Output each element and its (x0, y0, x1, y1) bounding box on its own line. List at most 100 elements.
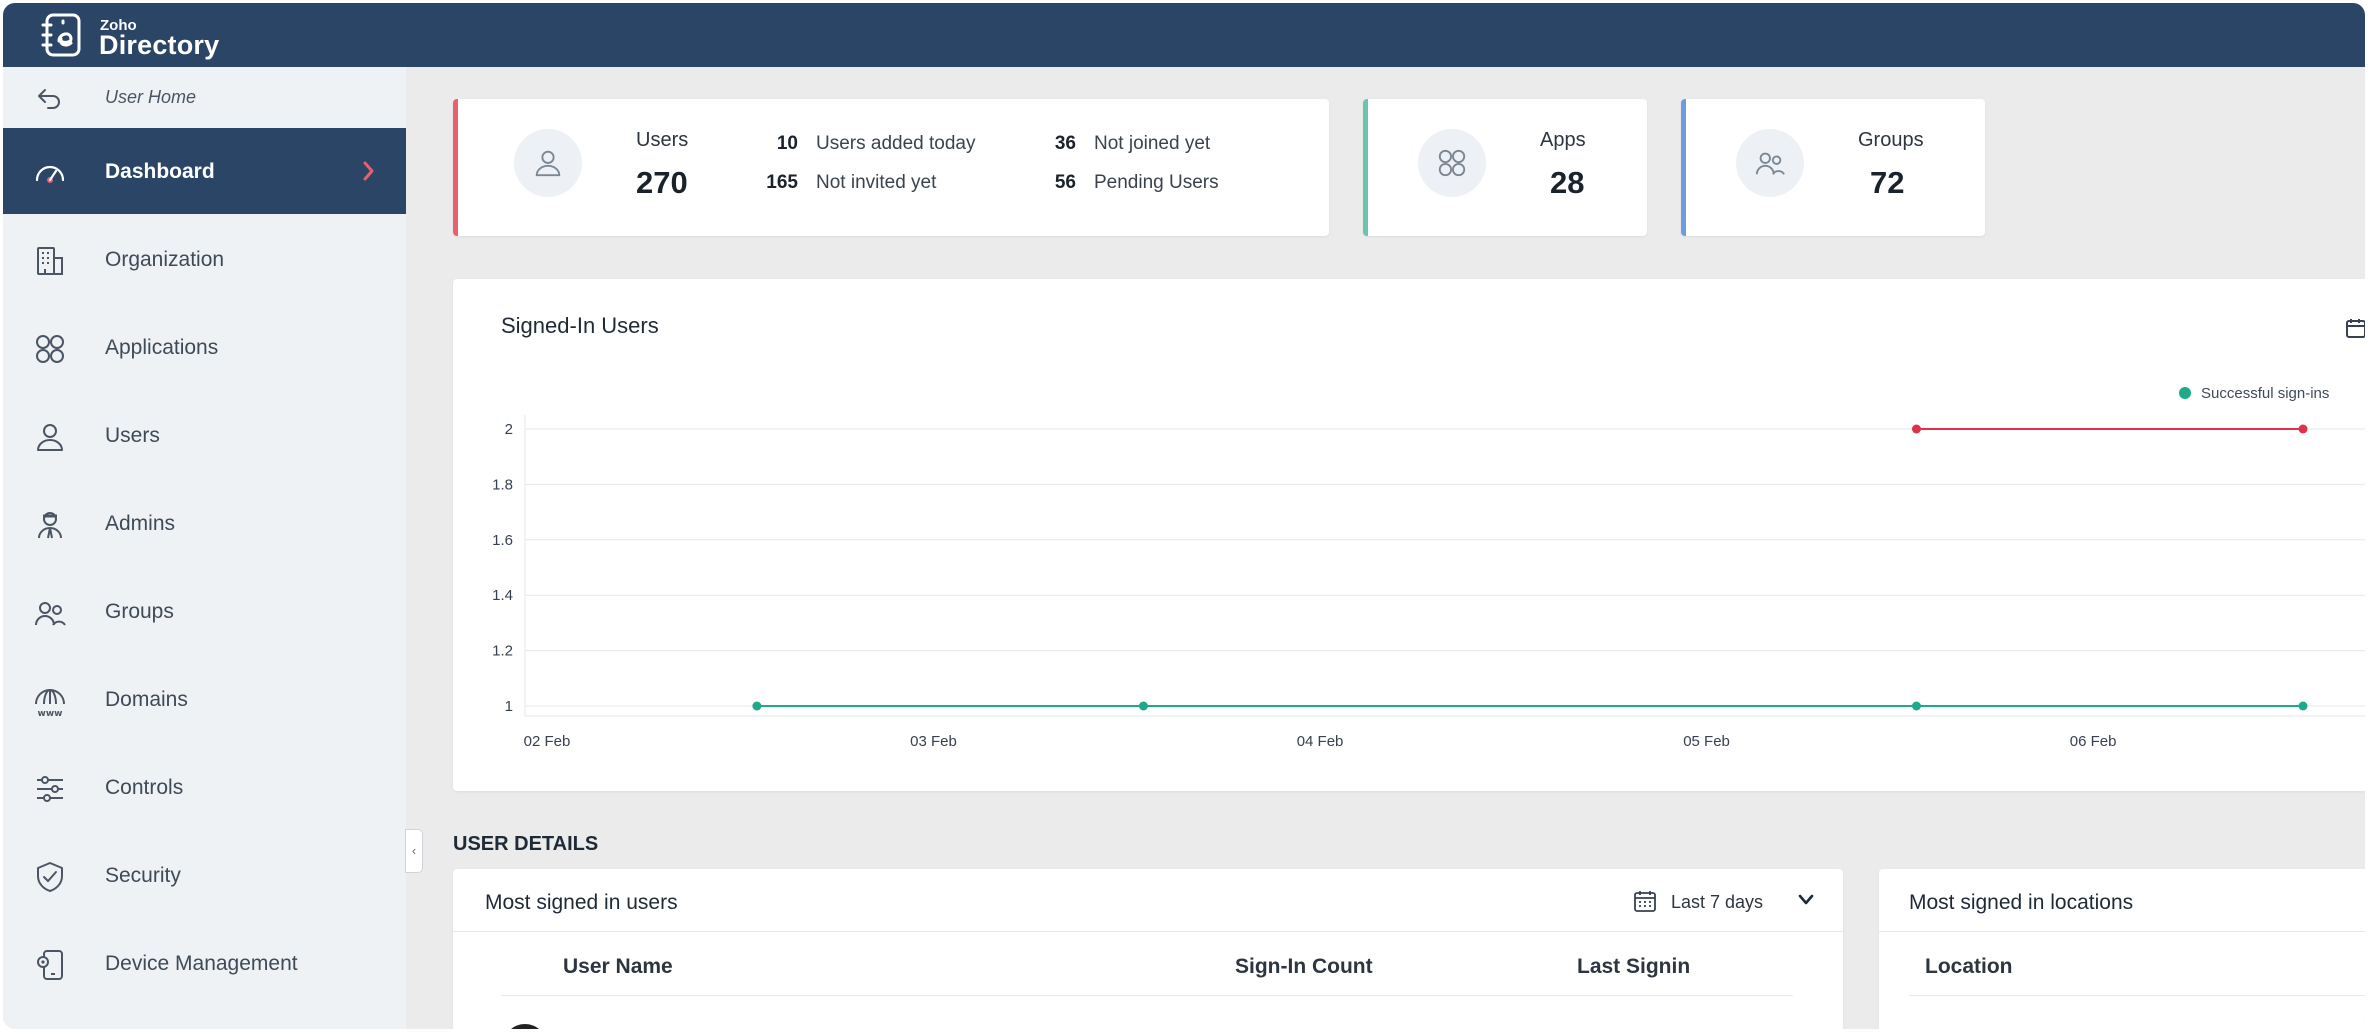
sidebar-item-label: Admins (105, 512, 176, 535)
applications-icon (36, 335, 64, 363)
apps-stat-icon-badge (1418, 129, 1486, 197)
sidebar-item-label: Controls (105, 776, 184, 799)
app-window: Zoho Directory User Home Dashboard Organ… (3, 3, 2365, 1029)
groups-stat-label: Groups (1858, 129, 1924, 151)
column-header-sign-in-count[interactable]: Sign-In Count (1235, 955, 1373, 979)
admin-icon (38, 512, 62, 539)
sidebar-item-label: Dashboard (105, 160, 215, 183)
data-point (1911, 424, 1921, 434)
collapse-sidebar-button[interactable]: ‹ (405, 829, 423, 873)
users-stat-label: Users (636, 129, 689, 151)
sidebar-item-label: Users (105, 424, 160, 447)
not-invited-label: Not invited yet (816, 172, 937, 193)
column-header-user-name[interactable]: User Name (563, 955, 673, 979)
user-icon (535, 150, 561, 177)
data-point (2298, 424, 2308, 434)
brand-main-text: Directory (99, 30, 220, 60)
sidebar-item-applications[interactable]: Applications (3, 304, 406, 390)
sidebar-item-label: Security (105, 864, 181, 887)
sidebar-item-security[interactable]: Security (3, 832, 406, 918)
not-joined-count: 36 (1054, 133, 1076, 154)
sidebar-item-groups[interactable]: Groups (3, 568, 406, 654)
users-stat-value: 270 (636, 165, 688, 200)
data-point (2298, 701, 2308, 711)
organization-icon (37, 247, 63, 275)
groups-stat-icon-badge (1736, 129, 1804, 197)
apps-stat-label: Apps (1540, 129, 1586, 151)
users-added-today-label: Users added today (816, 133, 976, 154)
sidebar-item-device-management[interactable]: Device Management (3, 920, 406, 1006)
applications-icon (1438, 149, 1466, 177)
sidebar: User Home Dashboard Organization Applica… (3, 67, 406, 1029)
data-point (1911, 701, 1921, 711)
controls-icon (37, 776, 63, 802)
y-tick-label: 1.4 (492, 587, 513, 604)
x-tick-label: 06 Feb (2070, 733, 2117, 750)
data-point (1138, 701, 1148, 711)
sidebar-item-organization[interactable]: Organization (3, 216, 406, 302)
most-signed-locations-title: Most signed in locations (1909, 891, 2134, 914)
x-tick-label: 02 Feb (524, 733, 571, 750)
date-range-value: Last 7 days (1671, 892, 1764, 912)
sidebar-item-dashboard[interactable]: Dashboard (3, 128, 406, 214)
header-row-divider (1909, 995, 2365, 996)
app-logo[interactable]: Zoho Directory (39, 7, 239, 63)
sidebar-item-label: Applications (105, 336, 219, 359)
not-invited-count: 165 (766, 172, 798, 193)
signed-in-chart: 1 1.2 1.4 1.6 1.8 2 02 Feb 03 Feb 04 Feb 05 Feb 06… (492, 415, 2365, 750)
y-tick-label: 1.6 (492, 532, 513, 549)
device-icon (37, 950, 63, 980)
back-arrow-icon (38, 89, 60, 109)
groups-icon (35, 602, 66, 626)
most-signed-users-card: Most signed in users Last 7 days User Na… (453, 869, 1843, 1029)
sidebar-item-users[interactable]: Users (3, 392, 406, 478)
apps-stat-value: 28 (1550, 165, 1585, 200)
x-tick-label: 03 Feb (910, 733, 957, 750)
users-stat-card[interactable]: Users 270 10 Users added today 165 Not i… (453, 99, 1329, 236)
groups-icon (1755, 152, 1785, 175)
users-added-today-count: 10 (776, 133, 798, 154)
y-tick-label: 2 (505, 421, 513, 438)
shield-icon (37, 862, 63, 892)
most-signed-users-title: Most signed in users (485, 891, 678, 914)
y-tick-label: 1 (505, 698, 513, 715)
user-details-heading: USER DETAILS (453, 833, 599, 855)
y-tick-label: 1.2 (492, 643, 513, 660)
x-tick-label: 04 Feb (1297, 733, 1344, 750)
sidebar-item-label: Domains (105, 688, 188, 711)
pending-users-count: 56 (1054, 172, 1076, 193)
column-header-last-signin[interactable]: Last Signin (1577, 955, 1690, 979)
user-home-label: User Home (105, 87, 197, 107)
svg-text:www: www (38, 709, 63, 718)
chevron-right-icon (363, 161, 374, 181)
apps-stat-card[interactable]: Apps 28 (1363, 99, 1647, 236)
groups-stat-value: 72 (1870, 165, 1905, 200)
groups-stat-card[interactable]: Groups 72 (1681, 99, 1985, 236)
sidebar-item-label: Organization (105, 248, 225, 271)
not-joined-label: Not joined yet (1094, 133, 1211, 154)
sidebar-item-admins[interactable]: Admins (3, 480, 406, 566)
pending-users-label: Pending Users (1094, 172, 1219, 193)
top-bar: Zoho Directory (3, 3, 2365, 67)
domain-icon: www (35, 689, 65, 718)
header-row-divider (501, 995, 1793, 996)
sidebar-item-controls[interactable]: Controls (3, 744, 406, 830)
y-tick-label: 1.8 (492, 476, 513, 493)
x-tick-label: 05 Feb (1683, 733, 1730, 750)
column-header-location[interactable]: Location (1925, 955, 2013, 979)
sidebar-item-label: Groups (105, 600, 174, 623)
directory-logo-icon (41, 13, 81, 57)
most-signed-locations-card: Most signed in locations Location (1879, 869, 2365, 1029)
data-point (752, 701, 762, 711)
card-divider (1879, 931, 2365, 932)
card-divider (453, 931, 1843, 932)
calendar-icon (1634, 891, 1656, 912)
dashboard-icon (35, 165, 65, 183)
user-icon (37, 424, 63, 451)
user-home-link[interactable]: User Home (3, 67, 406, 128)
avatar[interactable] (503, 1024, 547, 1029)
signed-in-users-card: Signed-In Users Successful sign-ins 1 1.2… (453, 279, 2365, 791)
sidebar-item-domains[interactable]: www Domains (3, 656, 406, 742)
sidebar-item-label: Device Management (105, 952, 298, 975)
chevron-down-icon (1798, 894, 1814, 905)
